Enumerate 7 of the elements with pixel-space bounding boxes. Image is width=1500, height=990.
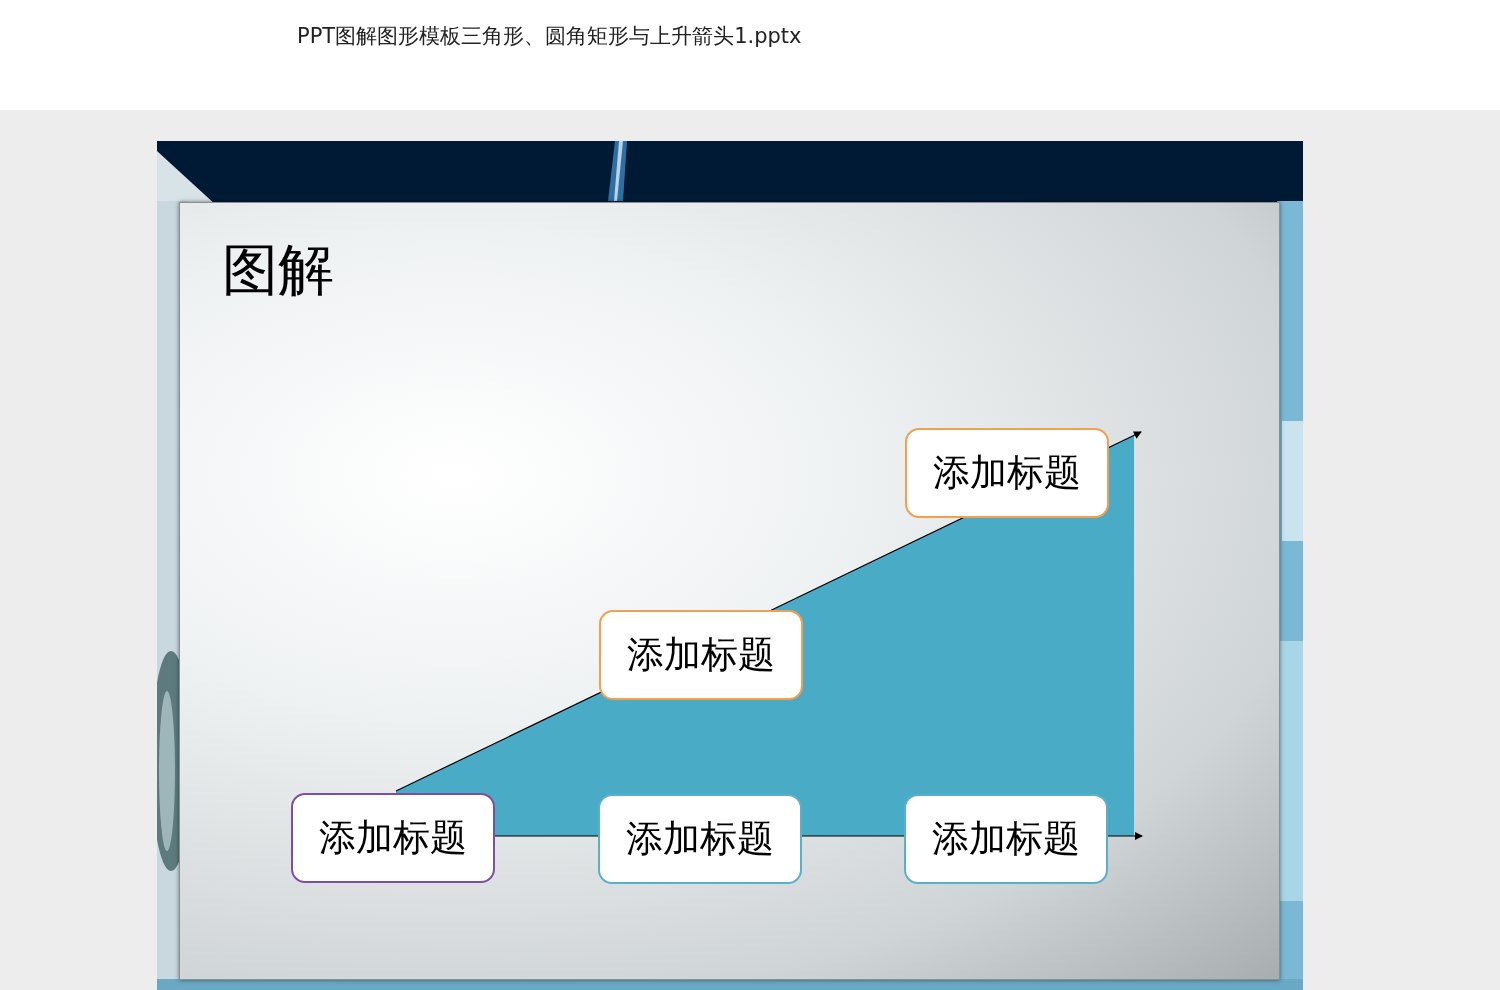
title-node: 添加标题	[598, 794, 802, 884]
file-name: PPT图解图形模板三角形、圆角矩形与上升箭头1.pptx	[297, 24, 802, 48]
title-node: 添加标题	[291, 793, 495, 883]
title-node: 添加标题	[904, 794, 1108, 884]
slide-title: 图解	[222, 239, 334, 301]
title-node: 添加标题	[905, 428, 1109, 518]
title-node: 添加标题	[599, 610, 803, 700]
